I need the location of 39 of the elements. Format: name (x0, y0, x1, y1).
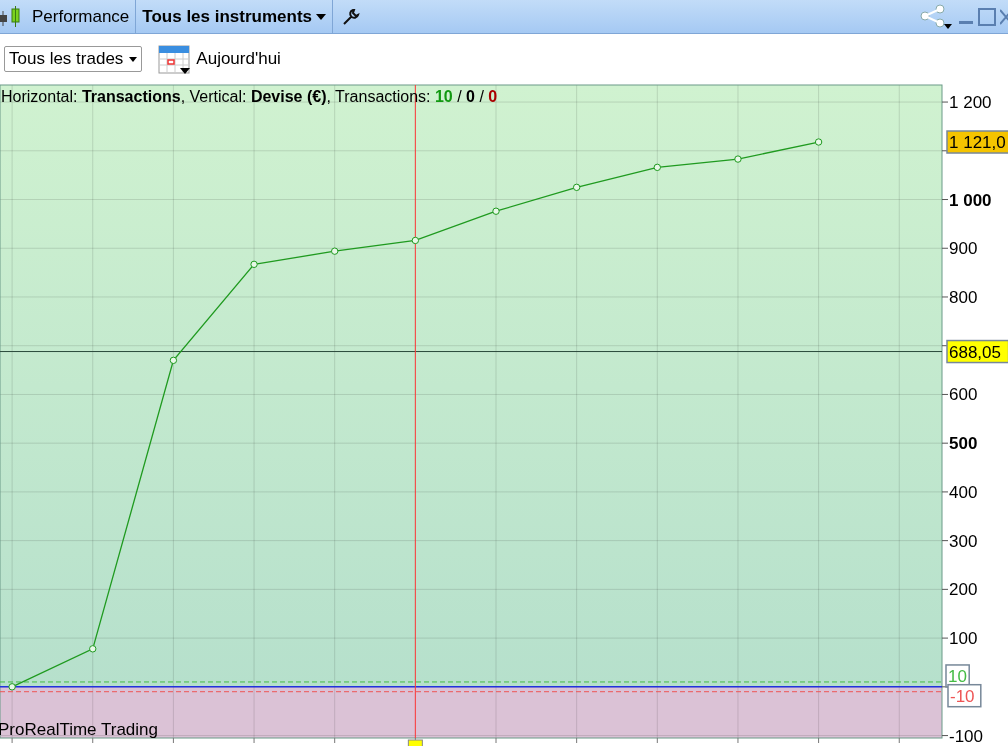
performance-tab[interactable]: Performance (26, 0, 137, 33)
axis-label: 800 (949, 288, 978, 307)
axis-label: 100 (949, 629, 978, 649)
axis-label: 200 (949, 580, 978, 600)
data-point (250, 260, 258, 269)
data-point (169, 356, 178, 365)
value-badge: 1 121,0 (946, 130, 1008, 154)
data-point (8, 683, 16, 691)
share-icon[interactable] (920, 3, 954, 30)
instrument-dropdown[interactable]: Tous les instruments (136, 0, 334, 33)
value-badge: -10 (947, 683, 982, 708)
axis-label: 1 200 (949, 93, 992, 113)
close-icon[interactable] (1000, 7, 1008, 26)
data-point (734, 155, 742, 163)
data-point (411, 236, 420, 245)
axis-label: 900 (949, 239, 978, 259)
maximize-icon[interactable] (978, 7, 996, 26)
caret-icon (129, 56, 138, 62)
watermark-text: ProRealTime Trading (0, 719, 158, 741)
data-point (572, 183, 581, 192)
data-point (492, 207, 500, 215)
date-button[interactable]: Aujourd'hui (158, 43, 281, 75)
candlestick-icon (0, 5, 22, 28)
axis-label: 400 (949, 482, 978, 502)
axis-label: 1 000 (949, 190, 992, 210)
value-badge: 688,05 (946, 339, 1008, 364)
calendar-icon (158, 43, 193, 75)
axis-label: 300 (949, 531, 978, 551)
axis-label: 600 (949, 385, 978, 405)
data-point (331, 247, 339, 255)
data-point (653, 163, 661, 172)
axis-label: -100 (949, 726, 984, 746)
data-point (814, 138, 823, 146)
trade-filter-dropdown[interactable]: Tous les trades (4, 46, 143, 72)
caret-icon (316, 13, 327, 20)
axis-label: 500 (949, 434, 978, 454)
wrench-icon (341, 6, 362, 27)
data-point (89, 645, 97, 653)
value-badge: 10 (945, 664, 970, 688)
